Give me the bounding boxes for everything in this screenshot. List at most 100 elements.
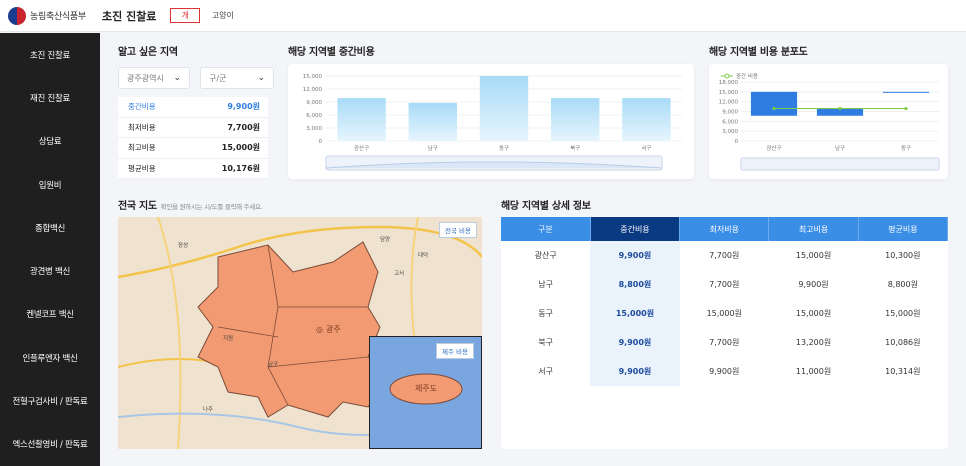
korea-map[interactable]: ◎ 광주 담양 고서 대덕 지원 남구 장성 나주 전국 비용 제주 비용 제주… bbox=[118, 217, 482, 449]
table-cell: 13,200원 bbox=[795, 338, 832, 347]
median-point bbox=[772, 106, 776, 111]
cost-label: 최저비용 bbox=[128, 122, 156, 132]
cost-row-max: 최고비용 15,000원 bbox=[118, 138, 268, 159]
city-label: 광주 bbox=[326, 325, 341, 334]
table-cell: 11,000원 bbox=[795, 367, 832, 376]
x-tick-label: 남구 bbox=[835, 144, 845, 152]
y-tick-label: 12,000 bbox=[719, 100, 739, 106]
district-placeholder: 구/군 bbox=[209, 73, 227, 83]
ministry-logo[interactable]: 농림축산식품부 bbox=[0, 6, 102, 25]
nation-cost-button[interactable]: 전국 비용 bbox=[439, 222, 477, 238]
sidebar-item-kennel-vaccine[interactable]: 켄넬코프 백신 bbox=[0, 293, 100, 336]
range-bar bbox=[882, 91, 930, 93]
place-label: 지원 bbox=[223, 336, 234, 342]
jeju-cost-button[interactable]: 제주 비용 bbox=[436, 343, 474, 359]
sidebar-item-first-visit[interactable]: 초진 진찰료 bbox=[0, 33, 100, 76]
table-cell: 9,900원 bbox=[590, 357, 680, 386]
place-label: 고서 bbox=[394, 271, 405, 277]
province-value: 광주광역시 bbox=[127, 73, 164, 83]
detail-title: 해당 지역별 상세 정보 bbox=[501, 201, 591, 212]
province-select[interactable]: 광주광역시 ⌄ bbox=[118, 67, 190, 89]
detail-table-card: 구분 중간비용 최저비용 최고비용 평균비용 광산구 9,900원 7,700원 15… bbox=[501, 217, 949, 449]
sidebar: 초진 진찰료 재진 진찰료 상담료 입원비 종합백신 광견병 백신 켄넬코프 백… bbox=[0, 33, 100, 466]
sidebar-item-influenza-vaccine[interactable]: 인플루엔자 백신 bbox=[0, 336, 100, 379]
table-cell: 9,900원 bbox=[709, 367, 740, 376]
table-cell: 남구 bbox=[538, 280, 554, 289]
sidebar-item-consult[interactable]: 상담료 bbox=[0, 120, 100, 163]
table-row[interactable]: 남구 8,800원 7,700원 9,900원 8,800원 bbox=[501, 270, 948, 299]
gwangju-region[interactable] bbox=[197, 241, 389, 418]
x-tick-label: 북구 bbox=[570, 145, 580, 152]
bar bbox=[337, 98, 386, 141]
column-header[interactable]: 최저비용 bbox=[679, 217, 770, 241]
region-select-title: 알고 싶은 지역 bbox=[118, 47, 178, 58]
table-cell: 8,800원 bbox=[590, 270, 680, 299]
table-cell: 7,700원 bbox=[709, 338, 740, 347]
y-tick-label: 0 bbox=[319, 139, 323, 145]
x-tick-label: 동구 bbox=[901, 145, 911, 152]
y-tick-label: 9,000 bbox=[722, 110, 738, 116]
x-tick-label: 남구 bbox=[428, 144, 438, 152]
y-tick-label: 6,000 bbox=[306, 113, 322, 119]
table-cell: 동구 bbox=[538, 309, 554, 318]
map-title: 전국 지도 확인을 원하시는 시/도를 클릭해 주세요. bbox=[118, 197, 263, 212]
map-title-text: 전국 지도 bbox=[118, 201, 157, 212]
bar bbox=[622, 98, 671, 141]
column-header[interactable]: 중간비용 bbox=[590, 217, 681, 241]
dist-chart-title: 해당 지역별 비용 분포도 bbox=[709, 47, 808, 58]
table-row[interactable]: 동구 15,000원 15,000원 15,000원 15,000원 bbox=[501, 299, 948, 328]
sidebar-item-cbc[interactable]: 전혈구검사비 / 판독료 bbox=[0, 379, 100, 422]
table-cell: 15,000원 bbox=[795, 309, 832, 318]
table-row[interactable]: 서구 9,900원 9,900원 11,000원 10,314원 bbox=[501, 357, 948, 386]
sidebar-item-combo-vaccine[interactable]: 종합백신 bbox=[0, 206, 100, 249]
detail-table: 구분 중간비용 최저비용 최고비용 평균비용 광산구 9,900원 7,700원 15… bbox=[501, 217, 949, 386]
sidebar-item-hospitalization[interactable]: 입원비 bbox=[0, 163, 100, 206]
y-tick-label: 18,000 bbox=[719, 80, 739, 86]
table-cell: 광산구 bbox=[534, 251, 557, 260]
sidebar-item-revisit[interactable]: 재진 진찰료 bbox=[0, 76, 100, 119]
dist-chart-card: 18,000 15,000 12,000 9,000 6,000 3,000 0 광산구 남구 동… bbox=[709, 64, 948, 179]
table-cell: 8,800원 bbox=[887, 280, 918, 289]
sidebar-item-rabies-vaccine[interactable]: 광견병 백신 bbox=[0, 249, 100, 292]
bar bbox=[550, 98, 600, 141]
median-chart-card: 15,000 12,000 9,000 6,000 3,000 0 광산구 남구 동구 북구 서구 bbox=[288, 64, 694, 179]
chevron-down-icon: ⌄ bbox=[257, 73, 265, 83]
table-cell: 15,000원 bbox=[885, 309, 921, 318]
median-bar-chart: 15,000 12,000 9,000 6,000 3,000 0 광산구 남구 동구 북구 서구 bbox=[303, 74, 682, 171]
column-header[interactable]: 구분 bbox=[501, 217, 591, 241]
tab-dog[interactable]: 개 bbox=[170, 8, 200, 23]
place-label: 담양 bbox=[380, 237, 391, 243]
table-row[interactable]: 북구 9,900원 7,700원 13,200원 10,086원 bbox=[501, 328, 948, 357]
legend-label: 중간 비용 bbox=[736, 72, 758, 80]
legend-marker bbox=[724, 73, 730, 79]
taegeuk-icon bbox=[8, 6, 26, 25]
table-row[interactable]: 광산구 9,900원 7,700원 15,000원 10,300원 bbox=[501, 241, 948, 270]
y-tick-label: 3,000 bbox=[306, 126, 322, 132]
page-title: 초진 진찰료 bbox=[102, 9, 157, 23]
jeju-inset[interactable]: 제주 비용 제주도 bbox=[369, 336, 482, 449]
bar bbox=[479, 76, 529, 141]
table-cell: 10,314원 bbox=[885, 367, 921, 376]
table-cell: 10,300원 bbox=[885, 251, 921, 260]
table-cell: 서구 bbox=[538, 367, 554, 376]
table-cell: 북구 bbox=[538, 338, 554, 347]
tab-cat[interactable]: 고양이 bbox=[212, 10, 234, 21]
district-select[interactable]: 구/군 ⌄ bbox=[200, 67, 274, 89]
sidebar-item-xray[interactable]: 엑스선촬영비 / 판독료 bbox=[0, 423, 100, 466]
y-tick-label: 3,000 bbox=[722, 129, 738, 135]
range-bar bbox=[750, 91, 798, 116]
cost-value: 10,176원 bbox=[221, 163, 260, 173]
median-chart-title: 해당 지역별 중간비용 bbox=[288, 47, 375, 58]
table-cell: 9,900원 bbox=[590, 241, 680, 270]
cost-value: 15,000원 bbox=[221, 143, 260, 153]
table-cell: 10,086원 bbox=[885, 338, 921, 347]
bar bbox=[408, 102, 458, 141]
column-header[interactable]: 평균비용 bbox=[858, 217, 949, 241]
jeju-label: 제주도 bbox=[415, 384, 438, 393]
x-tick-label: 동구 bbox=[499, 145, 509, 152]
cost-row-median: 중간비용 9,900원 bbox=[118, 97, 268, 118]
cost-label: 중간비용 bbox=[128, 102, 156, 112]
column-header[interactable]: 최고비용 bbox=[768, 217, 859, 241]
chevron-down-icon: ⌄ bbox=[173, 73, 181, 83]
svg-text:◎: ◎ bbox=[316, 325, 323, 334]
